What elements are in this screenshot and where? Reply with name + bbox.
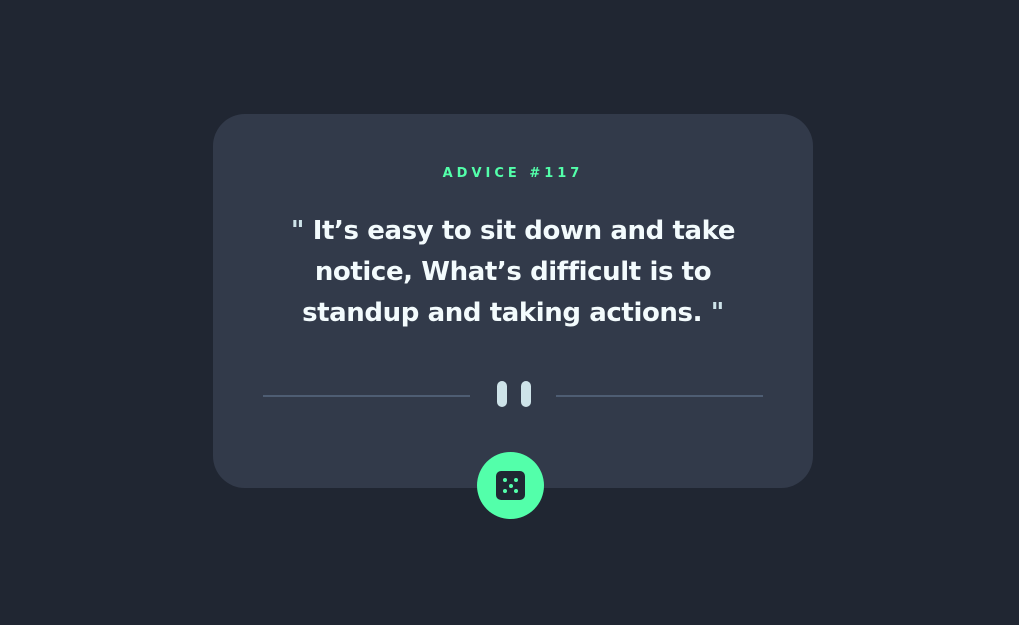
quote-open-mark: " xyxy=(290,216,305,246)
dice-pip xyxy=(514,489,518,493)
generate-advice-button[interactable] xyxy=(477,452,544,519)
dice-pip xyxy=(514,478,518,482)
divider-line-left xyxy=(263,395,470,397)
divider-line-right xyxy=(556,395,763,397)
dice-pip xyxy=(503,489,507,493)
dice-icon xyxy=(496,471,525,500)
dice-pip xyxy=(503,478,507,482)
dice-pip xyxy=(508,483,513,488)
advice-text: It’s easy to sit down and take notice, W… xyxy=(302,216,736,328)
quote-close-mark: " xyxy=(710,298,725,328)
pause-bar-left xyxy=(497,381,507,407)
pause-icon xyxy=(497,381,531,409)
pattern-divider xyxy=(263,381,763,409)
pause-bar-right xyxy=(521,381,531,407)
advice-card: ADVICE #117 " It’s easy to sit down and … xyxy=(213,114,813,488)
advice-id: ADVICE #117 xyxy=(213,166,813,182)
advice-id-label: ADVICE #117 xyxy=(442,166,584,181)
advice-quote: " It’s easy to sit down and take notice,… xyxy=(253,211,773,334)
